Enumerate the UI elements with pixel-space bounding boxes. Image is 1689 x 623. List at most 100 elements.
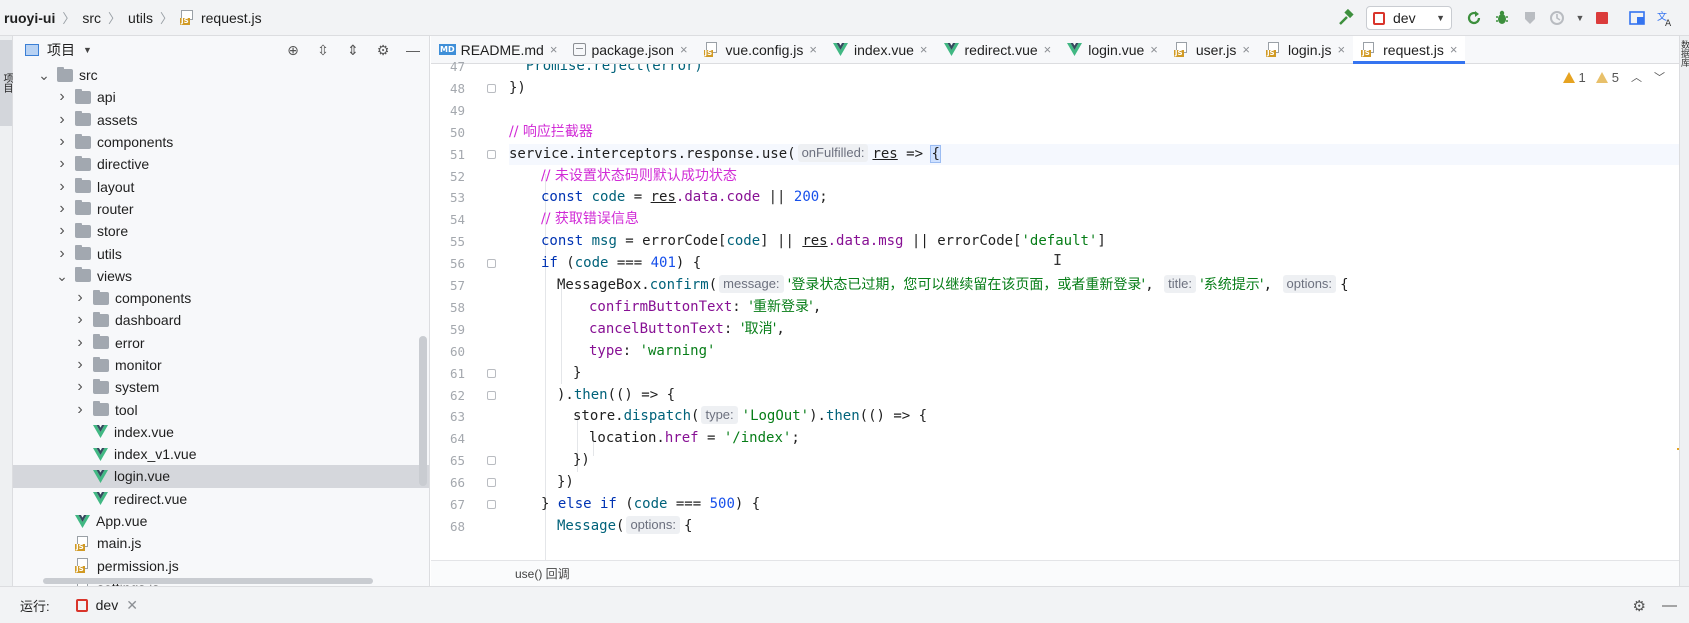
tree-file-item[interactable]: ›index.vue	[13, 421, 429, 443]
close-icon[interactable]: ✕	[126, 597, 138, 614]
more-run-options-icon[interactable]: ▼	[1575, 7, 1585, 29]
editor-breadcrumb[interactable]: use() 回调	[431, 560, 1689, 586]
tree-file-item[interactable]: ›redirect.vue	[13, 488, 429, 510]
hammer-icon[interactable]	[1335, 7, 1357, 29]
editor-tab[interactable]: package.json ×	[565, 36, 695, 63]
project-panel-title[interactable]: 项目	[47, 40, 75, 60]
fold-marker-icon[interactable]	[487, 478, 496, 488]
run-config-selector[interactable]: dev ▼	[1366, 6, 1452, 30]
hide-panel-icon[interactable]: —	[401, 42, 425, 58]
breadcrumb-utils[interactable]: utils	[128, 10, 153, 26]
close-icon[interactable]: ×	[809, 42, 817, 57]
coverage-icon[interactable]	[1519, 7, 1541, 29]
tree-folder-item[interactable]: › store	[13, 220, 429, 242]
breadcrumb-src[interactable]: src	[82, 10, 101, 26]
tree-file-item[interactable]: ›App.vue	[13, 510, 429, 532]
line-number[interactable]: 50	[425, 122, 465, 144]
chevron-right-icon[interactable]: ›	[73, 289, 87, 307]
line-number[interactable]: 54	[425, 209, 465, 231]
fold-marker-icon[interactable]	[487, 500, 496, 509]
chevron-right-icon[interactable]: ›	[55, 155, 69, 173]
line-number[interactable]: 65	[425, 450, 465, 472]
editor-tab[interactable]: JS user.js ×	[1166, 36, 1258, 63]
tree-folder-item[interactable]: › components	[13, 287, 429, 309]
close-icon[interactable]: ×	[920, 42, 928, 57]
line-number[interactable]: 52	[425, 166, 465, 188]
debug-icon[interactable]	[1491, 7, 1513, 29]
tree-folder-item[interactable]: › layout	[13, 175, 429, 197]
chevron-right-icon[interactable]: ›	[55, 133, 69, 151]
close-icon[interactable]: ×	[550, 42, 558, 57]
fold-marker-icon[interactable]	[487, 456, 496, 466]
close-icon[interactable]: ×	[680, 42, 688, 57]
tree-folder-item[interactable]: › system	[13, 376, 429, 398]
chevron-right-icon[interactable]: ›	[55, 245, 69, 263]
tree-file-item[interactable]: ›JSmain.js	[13, 532, 429, 554]
tree-folder-item[interactable]: › error	[13, 332, 429, 354]
line-number[interactable]: 62	[425, 385, 465, 407]
line-number[interactable]: 55	[425, 231, 465, 253]
fold-marker-icon[interactable]	[487, 368, 496, 378]
editor-tab[interactable]: JS request.js ×	[1353, 36, 1466, 64]
translate-icon[interactable]: 文A	[1654, 7, 1676, 29]
tree-folder-item[interactable]: › utils	[13, 242, 429, 264]
chevron-right-icon[interactable]: ›	[73, 401, 87, 419]
line-number[interactable]: 58	[425, 297, 465, 319]
line-number[interactable]: 67	[425, 494, 465, 516]
project-tool-tab[interactable]: 项目	[0, 40, 12, 126]
tree-folder-item[interactable]: › assets	[13, 109, 429, 131]
line-number[interactable]: 56	[425, 253, 465, 275]
editor-tab[interactable]: index.vue ×	[825, 36, 936, 63]
fold-marker-icon[interactable]	[487, 83, 496, 93]
run-tab-dev[interactable]: dev ✕	[75, 597, 138, 614]
chevron-down-icon[interactable]: ▼	[83, 45, 92, 55]
chevron-right-icon[interactable]: ›	[55, 178, 69, 196]
tree-folder-item[interactable]: › router	[13, 198, 429, 220]
chevron-right-icon[interactable]: ›	[55, 200, 69, 218]
expand-all-icon[interactable]: ⇳	[311, 42, 335, 59]
line-number[interactable]: 47	[425, 56, 465, 78]
locate-file-icon[interactable]: ⊕	[281, 42, 305, 59]
chevron-right-icon[interactable]: ›	[55, 111, 69, 129]
hide-panel-icon[interactable]: —	[1662, 597, 1677, 614]
code-area[interactable]: Promise.reject(error) }) // 响应拦截器 servic…	[509, 64, 1679, 560]
tree-folder-item[interactable]: › tool	[13, 398, 429, 420]
chevron-right-icon[interactable]: ›	[73, 334, 87, 352]
collapse-all-icon[interactable]: ⇕	[341, 42, 365, 59]
close-icon[interactable]: ×	[1338, 42, 1346, 57]
tree-folder-item[interactable]: › components	[13, 131, 429, 153]
line-number[interactable]: 61	[425, 363, 465, 385]
tree-folder-item[interactable]: › api	[13, 86, 429, 108]
fold-marker-icon[interactable]	[487, 149, 496, 159]
line-number[interactable]: 63	[425, 406, 465, 428]
editor-tab[interactable]: login.vue ×	[1059, 36, 1166, 63]
chevron-down-icon[interactable]: ⌄	[37, 68, 51, 82]
line-number[interactable]: 48	[425, 78, 465, 100]
close-icon[interactable]: ×	[1242, 42, 1250, 57]
editor-tab[interactable]: JS login.js ×	[1258, 36, 1353, 63]
chevron-right-icon[interactable]: ›	[55, 222, 69, 240]
tree-folder-item[interactable]: › dashboard	[13, 309, 429, 331]
stop-icon[interactable]	[1591, 7, 1613, 29]
line-number[interactable]: 49	[425, 100, 465, 122]
tree-file-item[interactable]: ›login.vue	[13, 465, 429, 488]
database-tool-tab[interactable]: 数据库	[1680, 40, 1689, 67]
gear-icon[interactable]: ⚙	[1633, 597, 1646, 615]
chevron-right-icon[interactable]: ›	[73, 356, 87, 374]
tree-file-item[interactable]: ›index_v1.vue	[13, 443, 429, 465]
tree-folder-item[interactable]: ⌄ views	[13, 265, 429, 287]
line-number[interactable]: 64	[425, 428, 465, 450]
close-icon[interactable]: ×	[1450, 42, 1458, 57]
rerun-icon[interactable]	[1463, 7, 1485, 29]
tree-folder-item[interactable]: › directive	[13, 153, 429, 175]
editor-tab[interactable]: JS vue.config.js ×	[696, 36, 825, 63]
profile-icon[interactable]	[1547, 7, 1569, 29]
line-number[interactable]: 59	[425, 319, 465, 341]
editor-breadcrumb-item[interactable]: use() 回调	[515, 565, 570, 582]
fold-marker-icon[interactable]	[487, 259, 496, 269]
editor-tab[interactable]: redirect.vue ×	[936, 36, 1060, 63]
line-number[interactable]: 68	[425, 516, 465, 538]
line-number-gutter[interactable]: 47 48 49 50 51 52 53 54 55 56 57 58 59 60 61 62 63 64 65 66…	[431, 59, 496, 560]
gear-icon[interactable]: ⚙	[371, 42, 395, 59]
tree-folder-item[interactable]: ⌄ src	[13, 64, 429, 86]
